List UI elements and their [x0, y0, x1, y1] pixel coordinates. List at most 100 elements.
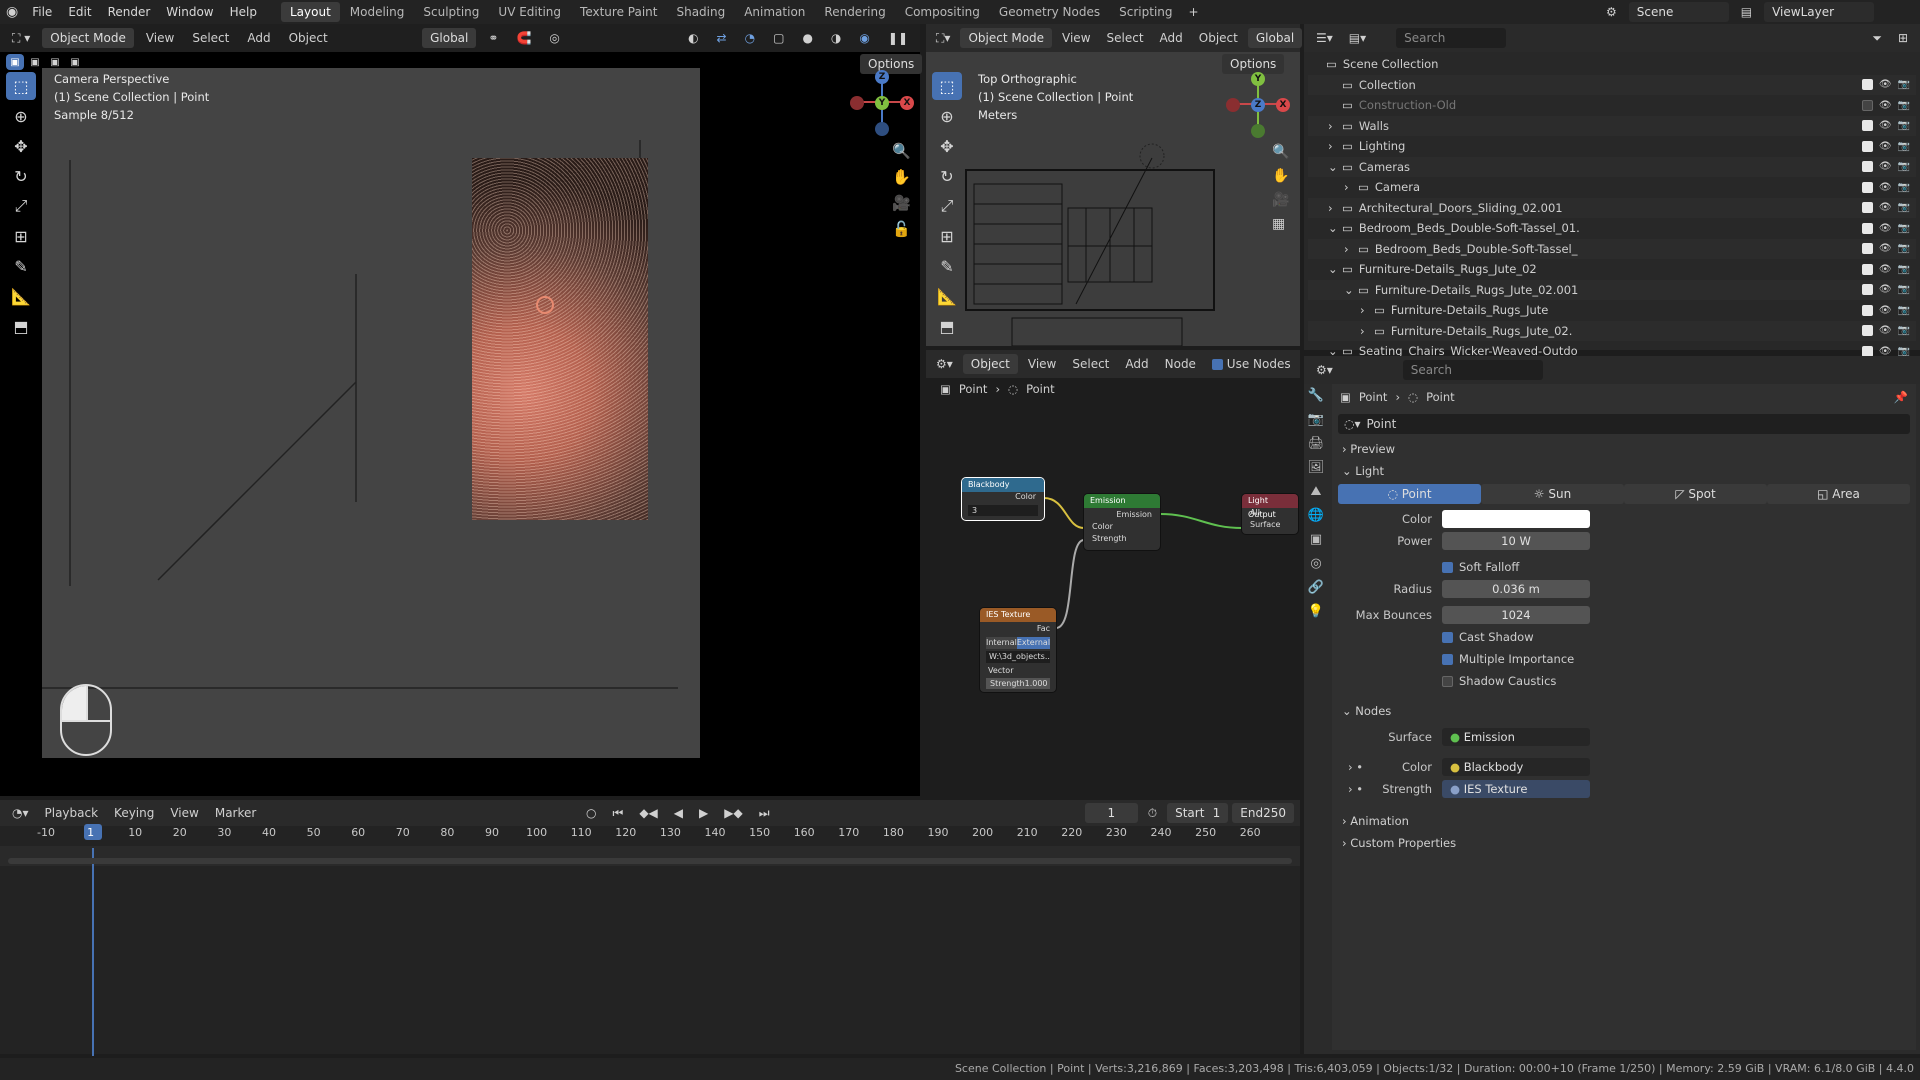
- outliner-row[interactable]: › ▭ Camera 👁 📷: [1308, 177, 1916, 198]
- exclude-checkbox[interactable]: [1861, 120, 1873, 132]
- exclude-checkbox[interactable]: [1861, 202, 1873, 214]
- render-camera-icon[interactable]: 📷: [1898, 243, 1910, 254]
- eye-icon[interactable]: 👁: [1879, 284, 1892, 295]
- blackbody-temperature-field[interactable]: 3: [968, 505, 1038, 516]
- exclude-checkbox[interactable]: [1861, 222, 1873, 234]
- playhead-line[interactable]: [92, 848, 94, 1056]
- overlay-toggle-icon[interactable]: ◔: [739, 28, 761, 48]
- render-camera-icon[interactable]: 📷: [1898, 79, 1910, 90]
- add-workspace-icon[interactable]: +: [1183, 2, 1205, 22]
- gizmo-neg-x-icon[interactable]: [850, 96, 864, 110]
- snap-icon[interactable]: 🧲: [510, 28, 537, 48]
- tool-tab-icon[interactable]: 🔧: [1304, 384, 1328, 406]
- workspace-tab-uv-editing[interactable]: UV Editing: [489, 2, 570, 22]
- scale-tool-icon[interactable]: ⤢: [6, 192, 36, 220]
- exclude-checkbox[interactable]: [1861, 325, 1873, 337]
- emission-node[interactable]: Emission Emission Color Strength: [1084, 494, 1160, 550]
- render-camera-icon[interactable]: 📷: [1898, 305, 1910, 316]
- node-strength-field[interactable]: ● IES Texture: [1442, 780, 1590, 798]
- light-type-point[interactable]: ◌ Point: [1338, 484, 1481, 504]
- display-mode-icon[interactable]: ▤▾: [1343, 28, 1372, 48]
- render-camera-icon[interactable]: 📷: [1898, 264, 1910, 275]
- render-camera-icon[interactable]: 📷: [1898, 141, 1910, 152]
- next-keyframe-icon[interactable]: ▶◆: [718, 803, 748, 823]
- scene-selector[interactable]: Scene: [1628, 2, 1729, 22]
- eye-icon[interactable]: 👁: [1879, 264, 1892, 275]
- gizmo-z-icon-right[interactable]: Z: [1251, 98, 1265, 112]
- eye-icon[interactable]: 👁: [1879, 182, 1892, 193]
- light-color-swatch[interactable]: [1442, 510, 1590, 528]
- surface-field[interactable]: ● Emission: [1442, 728, 1590, 746]
- multiple-importance-checkbox[interactable]: [1442, 653, 1453, 665]
- world-tab-icon[interactable]: 🌐: [1304, 504, 1328, 526]
- play-icon[interactable]: ▶: [693, 803, 714, 823]
- outliner-row[interactable]: › ▭ Bedroom_Beds_Double-Soft-Tassel_ 👁 📷: [1308, 238, 1916, 259]
- workspace-tab-geometry-nodes[interactable]: Geometry Nodes: [990, 2, 1109, 22]
- workspace-tab-shading[interactable]: Shading: [667, 2, 734, 22]
- eye-icon[interactable]: 👁: [1879, 223, 1892, 234]
- node-editor[interactable]: ⚙▾ Object View Select Add Node Use Nodes…: [926, 350, 1322, 796]
- proportional-icon[interactable]: ◎: [543, 28, 565, 48]
- select-new-icon[interactable]: ▣: [6, 54, 24, 70]
- scene-tab-icon[interactable]: ⛰: [1304, 480, 1328, 502]
- scale-tool-icon-right[interactable]: ⤢: [932, 192, 962, 220]
- mode-selector[interactable]: Object Mode: [42, 28, 134, 48]
- workspace-tab-rendering[interactable]: Rendering: [815, 2, 894, 22]
- pan-hand-icon[interactable]: ✋: [892, 168, 911, 186]
- measure-tool-icon-right[interactable]: 📐: [932, 282, 962, 310]
- scene-icon[interactable]: ⚙: [1600, 2, 1623, 22]
- cursor-tool-icon[interactable]: ⊕: [6, 102, 36, 130]
- custom-properties-section[interactable]: › Custom Properties: [1332, 832, 1916, 854]
- select-box-tool-icon-right[interactable]: ⬚: [932, 72, 962, 100]
- filter-icon[interactable]: ⏷: [1866, 28, 1888, 48]
- grid-icon-right[interactable]: ▦: [1272, 216, 1289, 232]
- keying-menu[interactable]: Keying: [108, 803, 160, 823]
- gizmo-y-icon-right[interactable]: Y: [1251, 72, 1265, 86]
- render-camera-icon[interactable]: 📷: [1898, 284, 1910, 295]
- light-datablock-field[interactable]: ◌▾ Point: [1338, 414, 1910, 434]
- outliner-row[interactable]: › ▭ Architectural_Doors_Sliding_02.001 👁 📷: [1308, 197, 1916, 218]
- render-camera-icon[interactable]: 📷: [1898, 223, 1910, 234]
- expand-toggle-icon[interactable]: ›: [1328, 119, 1342, 133]
- outliner-row[interactable]: › ▭ Furniture-Details_Rugs_Jute_02. 👁 📷: [1308, 320, 1916, 341]
- ies-texture-node[interactable]: IES Texture Fac Internal External W:\3d_…: [980, 608, 1056, 692]
- outliner-row[interactable]: ⌄ ▭ Furniture-Details_Rugs_Jute_02 👁 📷: [1308, 259, 1916, 280]
- pause-render-icon[interactable]: ❚❚: [882, 28, 914, 48]
- outliner-row[interactable]: ⌄ ▭ Furniture-Details_Rugs_Jute_02.001 👁 📷: [1308, 279, 1916, 300]
- expand-toggle-icon[interactable]: ›: [1328, 201, 1342, 215]
- blackbody-node[interactable]: Blackbody Color 3: [962, 478, 1044, 520]
- properties-type-icon[interactable]: ⚙▾: [1310, 360, 1339, 380]
- properties-editor[interactable]: ⚙▾ Search 🔧 📷 🖨 🖼 ⛰ 🌐 ▣ ◎ 🔗 💡 ▣ Point › …: [1304, 356, 1920, 1054]
- expand-toggle-icon[interactable]: ⌄: [1328, 221, 1342, 235]
- light-type-area[interactable]: ◱ Area: [1767, 484, 1910, 504]
- transform-orientation[interactable]: Global: [422, 28, 477, 48]
- zoom-icon[interactable]: 🔍: [892, 142, 911, 160]
- viewport-right[interactable]: ⛶▾ Object Mode View Select Add Object Gl…: [926, 24, 1303, 346]
- viewlayer-selector[interactable]: ViewLayer: [1764, 2, 1875, 22]
- workspace-tab-sculpting[interactable]: Sculpting: [414, 2, 488, 22]
- annotate-tool-icon-right[interactable]: ✎: [932, 252, 962, 280]
- move-tool-icon[interactable]: ✥: [6, 132, 36, 160]
- jump-end-icon[interactable]: ⏭: [753, 803, 776, 823]
- soft-falloff-checkbox[interactable]: [1442, 561, 1453, 573]
- timeline-scrollbar[interactable]: [8, 858, 1292, 864]
- eye-icon[interactable]: 👁: [1879, 141, 1892, 152]
- lock-icon[interactable]: 🔓: [892, 220, 911, 238]
- auto-key-icon[interactable]: ○: [580, 803, 602, 823]
- eye-icon[interactable]: 👁: [1879, 120, 1892, 131]
- stopwatch-icon[interactable]: ⏱: [1142, 803, 1163, 823]
- menu-file[interactable]: File: [24, 0, 60, 24]
- timeline-type-icon[interactable]: ◔▾: [6, 803, 35, 823]
- zoom-icon-right[interactable]: 🔍: [1272, 144, 1289, 160]
- navigation-gizmo-right[interactable]: Y X Z: [1226, 72, 1290, 138]
- expand-toggle-icon[interactable]: ⌄: [1328, 262, 1342, 276]
- add-cube-tool-icon-right[interactable]: ⬒: [932, 312, 962, 340]
- select-box-tool-icon[interactable]: ⬚: [6, 72, 36, 100]
- menu-edit[interactable]: Edit: [60, 0, 99, 24]
- workspace-tab-compositing[interactable]: Compositing: [896, 2, 989, 22]
- gizmo-toggle-icon[interactable]: ⇄: [711, 28, 733, 48]
- gizmo-x-icon-right[interactable]: X: [1276, 98, 1290, 112]
- add-menu[interactable]: Add: [241, 28, 276, 48]
- viewport-left[interactable]: ⛶ ▾ Object Mode View Select Add Object G…: [0, 24, 923, 796]
- outliner-row[interactable]: › ▭ Walls 👁 📷: [1308, 115, 1916, 136]
